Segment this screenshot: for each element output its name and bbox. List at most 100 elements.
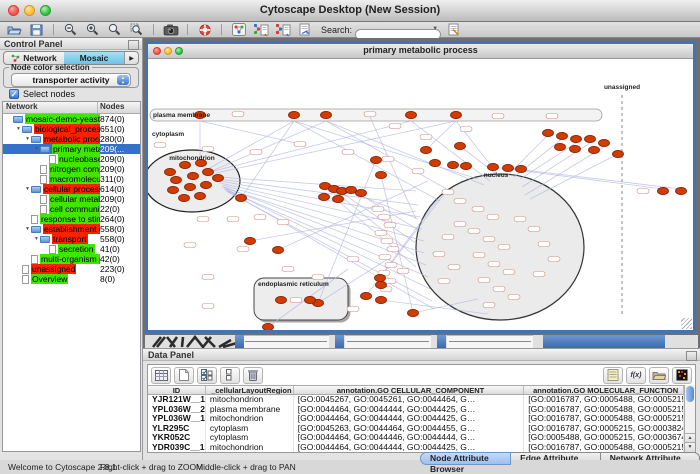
gene-node[interactable] — [333, 195, 344, 202]
gene-node[interactable] — [168, 186, 179, 193]
table-row-ykr052c[interactable]: YKR052Ccytoplasm[GO:0044464, GO:0044446,… — [148, 433, 684, 443]
gene-node[interactable] — [185, 183, 196, 190]
gene-node[interactable] — [179, 194, 190, 201]
help-ring-icon[interactable] — [195, 23, 214, 37]
gene-node[interactable] — [180, 161, 191, 168]
gene-node[interactable] — [461, 162, 472, 169]
scrollbar-thumb[interactable] — [686, 386, 694, 402]
unselect-attributes-icon[interactable] — [220, 367, 240, 384]
gene-node[interactable] — [589, 146, 600, 153]
gene-node[interactable] — [305, 296, 316, 303]
search-dropdown-arrow-icon[interactable]: ▼ — [432, 26, 438, 32]
disclosure-triangle-icon[interactable]: ▼ — [33, 236, 40, 242]
column-header-id[interactable]: ID — [148, 386, 206, 394]
tree-column-nodes[interactable]: Nodes — [98, 102, 140, 113]
float-panel-icon[interactable] — [128, 40, 139, 50]
table-scrollbar[interactable]: ▲ ▼ — [684, 385, 695, 452]
background-window-border[interactable] — [335, 335, 344, 348]
background-window-border[interactable] — [235, 335, 244, 348]
gene-node[interactable] — [201, 181, 212, 188]
dropdown-stepper-icon[interactable]: ▲▼ — [117, 75, 129, 85]
search-options-icon[interactable] — [444, 23, 463, 37]
gene-node[interactable] — [406, 111, 417, 118]
disclosure-triangle-icon[interactable]: ▼ — [24, 136, 31, 142]
tree-row-multi-organism-pro[interactable]: multi-organism pro42(0) — [3, 254, 140, 264]
tree-row-macromolecule[interactable]: macromolecule311(0) — [3, 174, 140, 184]
gene-node[interactable] — [371, 156, 382, 163]
gene-node[interactable] — [430, 159, 441, 166]
minimize-view-icon[interactable] — [164, 47, 172, 55]
gene-node[interactable] — [375, 274, 386, 281]
network-graph[interactable]: plasma membranecytoplasmmitochondrionnuc… — [148, 59, 693, 330]
import-network-icon[interactable] — [251, 23, 270, 37]
gene-node[interactable] — [195, 192, 206, 199]
table-row-yjr121w-1[interactable]: YJR121W__1mitochondrion[GO:0045267, GO:0… — [148, 395, 684, 405]
table-row-ypl036w-2[interactable]: YPL036W__2plasma membrane[GO:0044464, GO… — [148, 405, 684, 415]
column-header-cellular-component[interactable]: annotation.GO CELLULAR_COMPONENT — [294, 386, 525, 394]
zoom-fit-icon[interactable] — [105, 23, 124, 37]
gene-node[interactable] — [165, 168, 176, 175]
batch-edit-icon[interactable] — [603, 367, 623, 384]
tree-row-secretion[interactable]: secretion41(0) — [3, 244, 140, 254]
gene-node[interactable] — [245, 237, 256, 244]
tree-row-overview[interactable]: Overview8(0) — [3, 274, 140, 284]
window-titlebar[interactable]: Cytoscape Desktop (New Session) — [0, 0, 700, 22]
gene-node[interactable] — [408, 309, 419, 316]
attribute-matrix-icon[interactable] — [672, 367, 692, 384]
disclosure-triangle-icon[interactable]: ▼ — [33, 146, 40, 152]
column-header-region[interactable]: _cellularLayoutRegion — [206, 386, 294, 394]
gene-node[interactable] — [557, 132, 568, 139]
gene-node[interactable] — [276, 296, 287, 303]
gene-node[interactable] — [356, 189, 367, 196]
gene-node[interactable] — [376, 296, 387, 303]
tree-row-metabolic-process[interactable]: ▼metabolic process280(0) — [3, 134, 140, 144]
tab-node-attribute-browser[interactable]: Node Attribute Browser — [420, 452, 511, 465]
gene-node[interactable] — [321, 111, 332, 118]
gene-node[interactable] — [203, 168, 214, 175]
select-nodes-checkbox[interactable] — [9, 89, 19, 99]
close-view-icon[interactable] — [153, 47, 161, 55]
save-session-icon[interactable] — [27, 23, 46, 37]
column-header-molecular-function[interactable]: annotation.GO MOLECULAR_FUNCTION — [524, 386, 684, 394]
gene-node[interactable] — [361, 292, 372, 299]
disclosure-triangle-icon[interactable]: ▼ — [24, 226, 31, 232]
gene-node[interactable] — [421, 146, 432, 153]
import-attributes-icon[interactable] — [649, 367, 669, 384]
attribute-table-header[interactable]: ID _cellularLayoutRegion annotation.GO C… — [148, 385, 684, 395]
gene-node[interactable] — [570, 145, 581, 152]
tree-row-mosaic-demo-yeast[interactable]: mosaic-demo-yeast874(0) — [3, 114, 140, 124]
tree-row-biological-process[interactable]: ▼biological_process651(0) — [3, 124, 140, 134]
import-table-icon[interactable] — [295, 23, 314, 37]
tree-row-primary-metabo[interactable]: ▼primary metabo209(... — [3, 144, 140, 154]
background-window-border[interactable] — [437, 335, 446, 348]
scroll-down-icon[interactable]: ▼ — [685, 442, 695, 452]
vizmapper-icon[interactable] — [229, 23, 248, 37]
tree-row-cell-communicat[interactable]: cell communicat22(0) — [3, 204, 140, 214]
gene-node[interactable] — [451, 111, 462, 118]
gene-node[interactable] — [171, 176, 182, 183]
tree-row-transport[interactable]: ▼transport558(0) — [3, 234, 140, 244]
zoom-selected-region-icon[interactable] — [127, 23, 146, 37]
network-canvas[interactable]: plasma membranecytoplasmmitochondrionnuc… — [148, 59, 693, 330]
gene-node[interactable] — [213, 174, 224, 181]
tree-row-cellular-metabo[interactable]: cellular metabo209(0) — [3, 194, 140, 204]
gene-node[interactable] — [613, 150, 624, 157]
tree-row-response-to-stimulu[interactable]: response to stimulu264(0) — [3, 214, 140, 224]
gene-node[interactable] — [516, 165, 527, 172]
gene-node[interactable] — [488, 163, 499, 170]
tree-row-unassigned[interactable]: unassigned223(0) — [3, 264, 140, 274]
network-view-window[interactable]: primary metabolic process plasma membran… — [145, 41, 696, 333]
tree-column-network[interactable]: Network — [3, 102, 98, 113]
zoom-view-icon[interactable] — [175, 47, 183, 55]
disclosure-triangle-icon[interactable]: ▼ — [15, 126, 22, 132]
tree-row-establishment-of-lo[interactable]: ▼establishment of lo558(0) — [3, 224, 140, 234]
tree-row-cellular-process[interactable]: ▼cellular process614(0) — [3, 184, 140, 194]
zoom-out-icon[interactable] — [61, 23, 80, 37]
gene-node[interactable] — [599, 139, 610, 146]
tree-row-nucleobase[interactable]: nucleobase-209(0) — [3, 154, 140, 164]
new-attribute-icon[interactable] — [174, 367, 194, 384]
gene-node[interactable] — [376, 171, 387, 178]
gene-node[interactable] — [236, 194, 247, 201]
table-row-ylr295c[interactable]: YLR295Ccytoplasm[GO:0045263, GO:0044464,… — [148, 424, 684, 434]
float-panel-icon[interactable] — [686, 351, 697, 361]
